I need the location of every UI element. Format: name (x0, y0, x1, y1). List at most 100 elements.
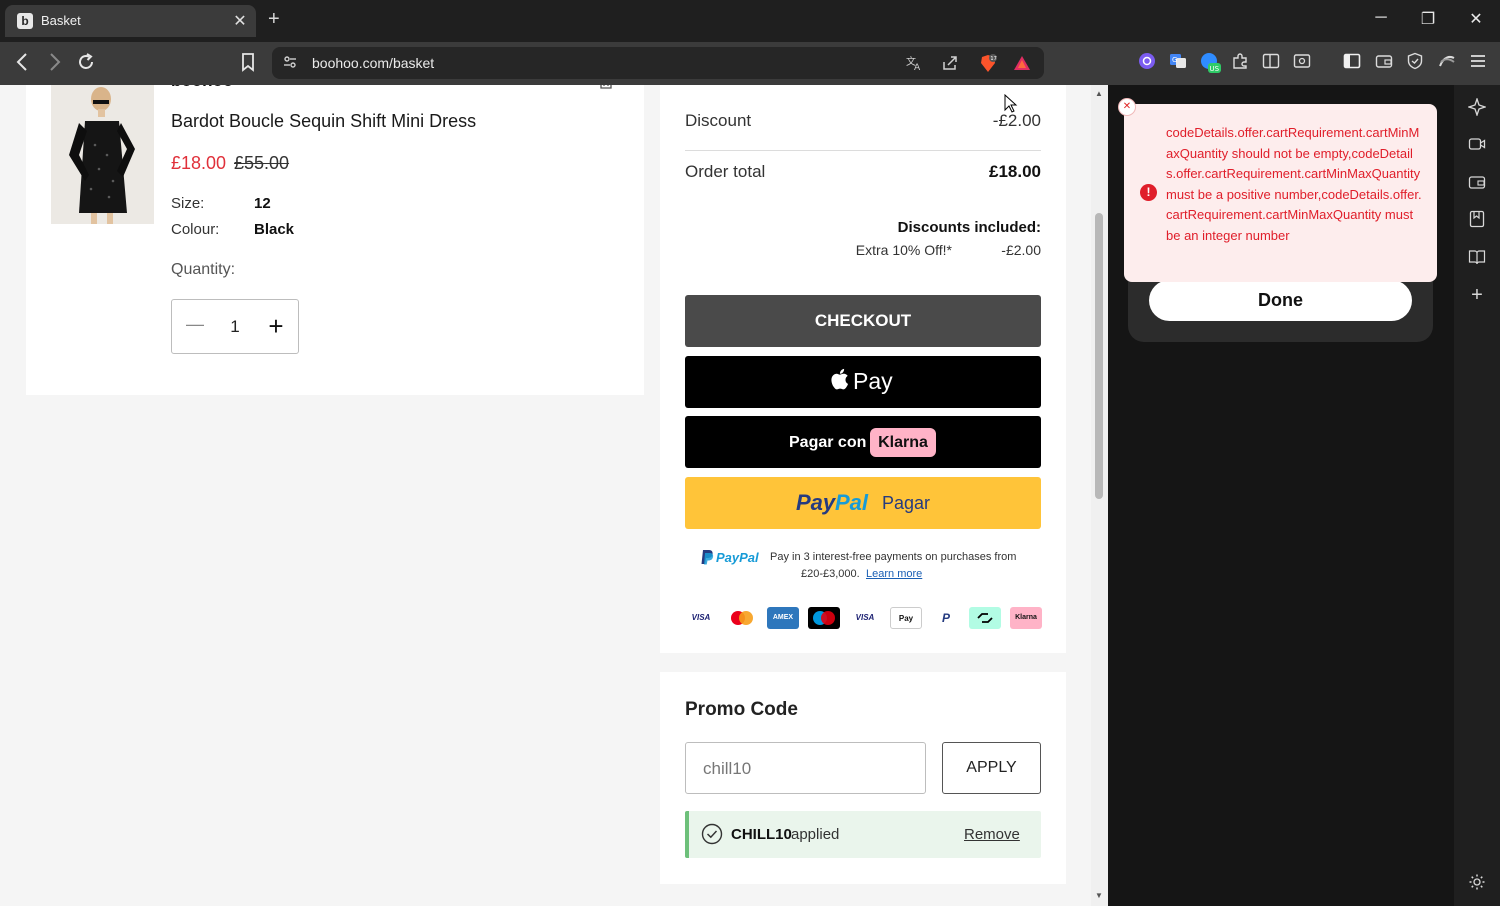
apply-button[interactable]: APPLY (942, 742, 1041, 794)
klarna-prefix: Pagar con (789, 434, 867, 451)
size-value: 12 (254, 195, 271, 212)
leo-star-icon[interactable] (1466, 96, 1488, 118)
promo-code-input[interactable]: chill10 (685, 742, 926, 794)
new-tab-button[interactable]: + (268, 8, 280, 31)
back-icon[interactable] (11, 51, 35, 79)
klarna-logo: Klarna (870, 428, 936, 457)
vpn-us-extension-icon[interactable]: US (1200, 52, 1221, 73)
translate-icon[interactable]: 文A (904, 54, 924, 76)
leo-ai-icon[interactable] (1437, 52, 1457, 72)
quantity-label: Quantity: (171, 261, 236, 278)
apple-pay-button[interactable]: Pay (685, 356, 1041, 408)
discount-line-label: Extra 10% Off!* (855, 242, 952, 258)
menu-icon[interactable] (1468, 52, 1488, 72)
paypal-info-brand: PayPal (716, 550, 759, 565)
forward-icon[interactable] (42, 51, 66, 79)
paypal-logo-pay: Pay (796, 490, 836, 515)
sidebar-toggle-icon[interactable] (1342, 52, 1362, 72)
paypal-p-icon (700, 549, 714, 565)
applied-text: applied (791, 826, 840, 843)
product-image[interactable] (51, 85, 154, 224)
basket-page: boohoo Bardot Boucle Sequin Shift Mini D… (0, 85, 1091, 906)
learn-more-link[interactable]: Learn more (866, 568, 922, 580)
delete-item-icon[interactable] (599, 85, 613, 91)
product-name[interactable]: Bardot Boucle Sequin Shift Mini Dress (171, 111, 476, 132)
paypal-logo-pal: Pal (835, 490, 869, 515)
quantity-value[interactable]: 1 (224, 317, 246, 337)
scroll-down-arrow-icon[interactable]: ▼ (1095, 891, 1103, 900)
amex-icon: AMEX (767, 607, 799, 629)
applied-code: CHILL10 (731, 826, 792, 843)
close-window-button[interactable]: ✕ (1466, 9, 1486, 29)
share-icon[interactable] (940, 54, 960, 76)
sale-price: £18.00 (171, 153, 227, 173)
restore-button[interactable]: ❐ (1418, 9, 1438, 29)
promo-code-card: Promo Code chill10 APPLY CHILL10 applied… (660, 672, 1066, 884)
talk-video-icon[interactable] (1467, 135, 1487, 155)
order-total-value: £18.00 (989, 162, 1041, 181)
add-sidebar-item-icon[interactable]: + (1467, 285, 1487, 305)
quantity-stepper: — 1 + (171, 299, 299, 354)
order-total-label: Order total (685, 162, 766, 181)
decrease-quantity-button[interactable]: — (184, 314, 206, 335)
error-toast: ✕ ! codeDetails.offer.cartRequirement.ca… (1118, 98, 1437, 282)
brave-shields-icon[interactable]: 17 (978, 54, 998, 78)
wallet-icon[interactable] (1374, 52, 1394, 72)
svg-text:US: US (1210, 65, 1220, 73)
reload-icon[interactable] (74, 51, 98, 79)
klarna-card-icon: Klarna (1010, 607, 1042, 629)
tab-strip: b Basket ✕ + ─ ❐ ✕ (0, 0, 1500, 42)
scroll-up-arrow-icon[interactable]: ▲ (1095, 89, 1103, 98)
extension-purple-icon[interactable] (1137, 52, 1157, 72)
sidebar-settings-icon[interactable] (1467, 873, 1487, 893)
paypal-info-line1: Pay in 3 interest-free payments on purch… (770, 551, 1017, 563)
bookmark-icon[interactable] (236, 51, 260, 79)
promo-applied-banner: CHILL10 applied Remove (685, 811, 1041, 858)
divider (685, 150, 1041, 151)
svg-text:17: 17 (990, 56, 996, 62)
apple-pay-label: Pay (853, 368, 893, 394)
colour-value: Black (254, 221, 295, 238)
bookmarks-sidebar-icon[interactable] (1467, 210, 1487, 230)
address-bar[interactable]: boohoo.com/basket 文A 17 (272, 47, 1044, 79)
sidebar-rail: + (1454, 85, 1500, 906)
boohoo-favicon-icon: b (17, 13, 33, 29)
extensions-puzzle-icon[interactable] (1230, 52, 1250, 72)
discount-label: Discount (685, 111, 752, 130)
klarna-button[interactable]: Pagar con Klarna (685, 416, 1041, 468)
colour-label: Colour: (171, 221, 220, 238)
visa-electron-icon: VISA (849, 607, 881, 629)
original-price: £55.00 (234, 153, 290, 173)
vpn-shield-icon[interactable] (1405, 52, 1425, 72)
toast-close-icon[interactable]: ✕ (1118, 98, 1136, 116)
increase-quantity-button[interactable]: + (264, 311, 288, 342)
clearpay-icon (969, 607, 1001, 629)
paypal-button[interactable]: Pay Pal Pagar (685, 477, 1041, 529)
product-card: boohoo Bardot Boucle Sequin Shift Mini D… (26, 85, 644, 395)
svg-text:G: G (1172, 56, 1177, 64)
browser-toolbar: boohoo.com/basket 文A 17 G US (0, 42, 1500, 85)
paypal-info-line2: £20-£3,000. (801, 568, 860, 580)
brave-rewards-icon[interactable] (1012, 54, 1032, 76)
checkout-button[interactable]: CHECKOUT (685, 295, 1041, 347)
page-scrollbar[interactable]: ▲ ▼ (1091, 85, 1108, 906)
tab-basket[interactable]: b Basket ✕ (5, 5, 256, 37)
reader-mode-icon[interactable] (1292, 52, 1312, 72)
tab-close-icon[interactable]: ✕ (231, 11, 249, 31)
site-settings-icon[interactable] (280, 54, 300, 74)
split-view-icon[interactable] (1261, 52, 1281, 72)
svg-text:A: A (914, 63, 921, 72)
brand-name: boohoo (171, 85, 233, 91)
apple-pay-card-icon: Pay (890, 607, 922, 629)
scroll-thumb[interactable] (1095, 213, 1103, 499)
paypal-card-icon: P (930, 607, 962, 629)
paypal-pagar-label: Pagar (882, 493, 931, 513)
minimize-button[interactable]: ─ (1371, 9, 1391, 27)
discount-line-value: -£2.00 (1001, 242, 1041, 258)
done-button[interactable]: Done (1149, 280, 1412, 321)
google-translate-extension-icon[interactable]: G (1168, 52, 1188, 72)
remove-promo-link[interactable]: Remove (964, 826, 1020, 843)
reading-list-icon[interactable] (1467, 248, 1487, 268)
url-text[interactable]: boohoo.com/basket (312, 55, 434, 71)
wallet-sidebar-icon[interactable] (1467, 173, 1487, 193)
